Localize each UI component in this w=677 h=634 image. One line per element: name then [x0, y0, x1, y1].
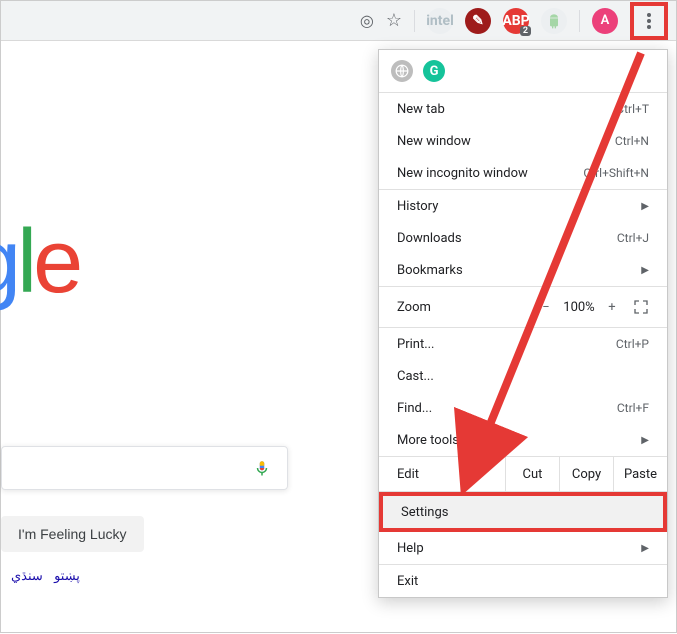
- menu-settings[interactable]: Settings: [383, 496, 663, 528]
- lang-link[interactable]: پښتو: [54, 569, 80, 584]
- zoom-in-button[interactable]: +: [599, 300, 625, 315]
- menu-item-shortcut: Ctrl+P: [616, 337, 649, 351]
- menu-cast[interactable]: Cast...: [379, 360, 667, 392]
- google-logo: gle: [0, 211, 79, 314]
- menu-item-label: Bookmarks: [397, 263, 635, 278]
- feeling-lucky-button[interactable]: I'm Feeling Lucky: [1, 516, 144, 552]
- menu-new-window[interactable]: New window Ctrl+N: [379, 125, 667, 157]
- menu-button-highlight: [630, 2, 668, 40]
- submenu-arrow-icon: ▶: [641, 543, 649, 554]
- grammarly-icon[interactable]: G: [423, 60, 445, 82]
- menu-history[interactable]: History ▶: [379, 190, 667, 222]
- menu-item-label: Zoom: [397, 300, 533, 315]
- browser-toolbar: ◎ ☆ intel ✎ ABP 2 A: [1, 1, 676, 41]
- language-links: پښتو سنڌي: [11, 569, 88, 584]
- menu-item-label: Print...: [397, 337, 616, 352]
- fullscreen-icon[interactable]: [633, 299, 649, 315]
- menu-item-label: Exit: [397, 574, 649, 589]
- menu-item-shortcut: Ctrl+J: [617, 231, 649, 245]
- menu-item-label: Edit: [379, 467, 505, 482]
- menu-bookmarks[interactable]: Bookmarks ▶: [379, 254, 667, 286]
- menu-find[interactable]: Find... Ctrl+F: [379, 392, 667, 424]
- menu-item-label: New window: [397, 134, 615, 149]
- submenu-arrow-icon: ▶: [641, 201, 649, 212]
- menu-edit-row: Edit Cut Copy Paste: [379, 456, 667, 492]
- extension-intel-icon[interactable]: intel: [427, 8, 453, 34]
- extension-abp-icon[interactable]: ABP 2: [503, 8, 529, 34]
- submenu-arrow-icon: ▶: [641, 435, 649, 446]
- chrome-menu-button[interactable]: [636, 8, 662, 34]
- menu-item-label: Cast...: [397, 369, 649, 384]
- zoom-out-button[interactable]: −: [533, 300, 559, 315]
- edit-paste-button[interactable]: Paste: [613, 457, 667, 491]
- zoom-value: 100%: [559, 300, 599, 315]
- lang-link[interactable]: سنڌي: [11, 569, 43, 584]
- menu-item-label: Help: [397, 541, 635, 556]
- mic-icon[interactable]: [253, 456, 271, 480]
- profile-avatar[interactable]: A: [592, 8, 618, 34]
- search-input[interactable]: [1, 446, 288, 490]
- chrome-menu: G New tab Ctrl+T New window Ctrl+N New i…: [378, 49, 668, 598]
- globe-icon[interactable]: [391, 60, 413, 82]
- menu-item-label: Settings: [401, 505, 645, 520]
- menu-item-label: More tools: [397, 433, 635, 448]
- menu-item-label: New tab: [397, 102, 616, 117]
- menu-help[interactable]: Help ▶: [379, 532, 667, 564]
- location-target-icon[interactable]: ◎: [360, 11, 374, 30]
- menu-item-label: Find...: [397, 401, 617, 416]
- toolbar-separator: [579, 10, 580, 32]
- settings-highlight: Settings: [379, 492, 667, 532]
- menu-print[interactable]: Print... Ctrl+P: [379, 328, 667, 360]
- menu-item-label: Downloads: [397, 231, 617, 246]
- menu-item-label: History: [397, 199, 635, 214]
- menu-item-shortcut: Ctrl+N: [615, 134, 649, 148]
- abp-badge: 2: [520, 26, 531, 36]
- menu-item-shortcut: Ctrl+T: [616, 102, 649, 116]
- menu-new-tab[interactable]: New tab Ctrl+T: [379, 93, 667, 125]
- extension-android-icon[interactable]: [541, 8, 567, 34]
- submenu-arrow-icon: ▶: [641, 265, 649, 276]
- menu-item-shortcut: Ctrl+Shift+N: [583, 166, 649, 180]
- bookmark-star-icon[interactable]: ☆: [386, 10, 402, 31]
- menu-new-incognito[interactable]: New incognito window Ctrl+Shift+N: [379, 157, 667, 189]
- menu-zoom: Zoom − 100% +: [379, 287, 667, 327]
- edit-cut-button[interactable]: Cut: [505, 457, 559, 491]
- edit-copy-button[interactable]: Copy: [559, 457, 613, 491]
- menu-exit[interactable]: Exit: [379, 565, 667, 597]
- extension-adobe-icon[interactable]: ✎: [465, 8, 491, 34]
- menu-downloads[interactable]: Downloads Ctrl+J: [379, 222, 667, 254]
- menu-item-shortcut: Ctrl+F: [617, 401, 649, 415]
- menu-extensions-row: G: [379, 50, 667, 92]
- toolbar-separator: [414, 10, 415, 32]
- menu-item-label: New incognito window: [397, 166, 583, 181]
- menu-more-tools[interactable]: More tools ▶: [379, 424, 667, 456]
